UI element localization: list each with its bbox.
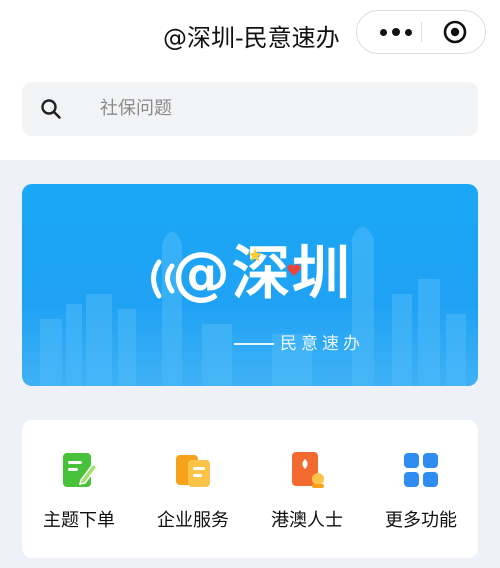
service-label: 主题下单 bbox=[43, 510, 115, 531]
service-label: 企业服务 bbox=[157, 510, 229, 531]
banner-slogan-text: 民意速办 bbox=[280, 334, 364, 354]
search-placeholder: 社保问题 bbox=[100, 98, 172, 119]
top-bar: @深圳-民意速办 社保问题 bbox=[0, 0, 500, 160]
more-dots-icon[interactable] bbox=[371, 11, 421, 53]
search-bar[interactable]: 社保问题 bbox=[22, 82, 478, 136]
capsule-divider bbox=[421, 22, 422, 42]
service-item-hk-macao[interactable]: 港澳人士 bbox=[250, 420, 364, 558]
heart-icon bbox=[287, 264, 301, 276]
service-item-enterprise[interactable]: 企业服务 bbox=[136, 420, 250, 558]
page-title: @深圳-民意速办 bbox=[163, 24, 340, 52]
mini-program-capsule bbox=[356, 10, 486, 54]
search-icon bbox=[41, 99, 61, 119]
grid-apps-icon bbox=[404, 453, 438, 487]
service-item-more[interactable]: 更多功能 bbox=[364, 420, 478, 558]
hk-passport-icon bbox=[292, 452, 324, 488]
business-documents-icon bbox=[176, 455, 210, 487]
star-icon bbox=[248, 248, 262, 262]
service-item-topic-order[interactable]: 主题下单 bbox=[22, 420, 136, 558]
service-label: 更多功能 bbox=[385, 510, 457, 531]
slogan-dash bbox=[234, 343, 274, 345]
banner-slogan: 民意速办 bbox=[234, 329, 364, 354]
service-grid: 主题下单 企业服务 港澳人士 更多功能 bbox=[22, 420, 478, 558]
service-label: 港澳人士 bbox=[271, 510, 343, 531]
target-circle-icon[interactable] bbox=[443, 20, 467, 44]
promo-banner[interactable]: @深圳 民意速办 bbox=[22, 184, 478, 386]
banner-brand: @深圳 bbox=[172, 239, 353, 307]
edit-document-icon bbox=[63, 453, 99, 487]
